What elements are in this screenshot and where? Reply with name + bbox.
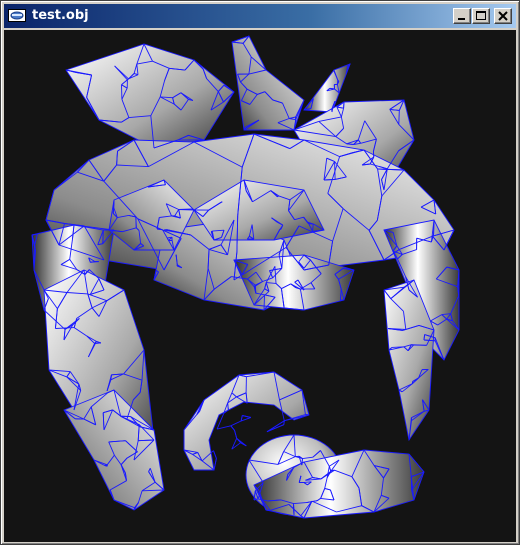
close-button[interactable] xyxy=(494,8,512,24)
hair-shard xyxy=(231,35,305,131)
close-icon xyxy=(498,11,508,21)
window-title: test.obj xyxy=(32,8,89,23)
mesh-edge xyxy=(230,420,242,427)
minimize-icon xyxy=(458,18,465,20)
mesh-render[interactable] xyxy=(4,30,516,542)
hair-shard xyxy=(65,43,235,149)
title-bar[interactable]: test.obj xyxy=(4,4,516,28)
mesh-edge xyxy=(411,344,427,346)
mesh-edge xyxy=(299,475,302,479)
minimize-button[interactable] xyxy=(453,8,471,24)
mesh-edge xyxy=(240,417,252,422)
mesh-edge xyxy=(242,415,252,418)
mesh-edge xyxy=(102,230,104,244)
mesh-edge xyxy=(216,425,231,430)
mesh-edge xyxy=(323,178,336,181)
maximize-icon xyxy=(476,11,486,20)
mesh-edge xyxy=(423,334,426,341)
app-icon[interactable] xyxy=(8,8,26,23)
mesh-edge xyxy=(398,110,400,125)
mesh-edge xyxy=(266,424,284,433)
maximize-button[interactable] xyxy=(472,8,490,24)
mesh-edge xyxy=(266,420,285,433)
mesh-edge xyxy=(213,458,217,471)
mesh-edge xyxy=(178,209,195,211)
app-window: test.obj xyxy=(0,0,520,545)
3d-viewport[interactable] xyxy=(4,30,516,542)
mesh-edge xyxy=(234,430,238,439)
mesh-edge xyxy=(230,425,235,431)
mesh-edge xyxy=(312,223,314,232)
mesh-edge xyxy=(213,450,217,459)
mesh-edge xyxy=(263,294,265,311)
mesh-edge xyxy=(135,216,137,228)
